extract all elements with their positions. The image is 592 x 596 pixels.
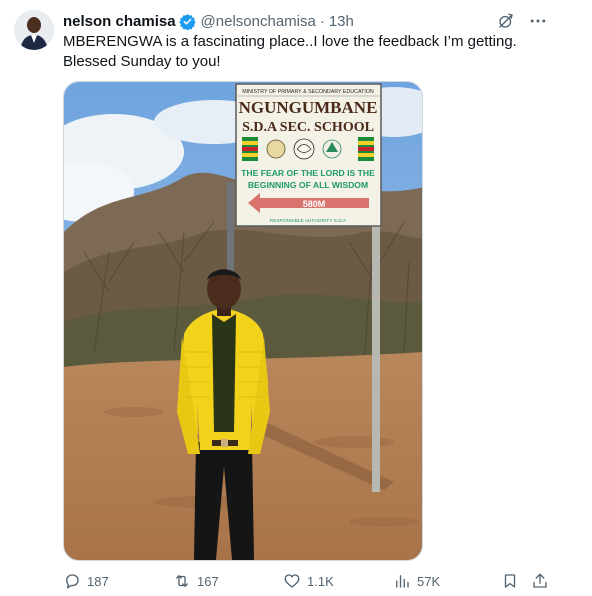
more-icon[interactable] <box>528 11 548 31</box>
share-button[interactable] <box>531 572 555 590</box>
timestamp[interactable]: 13h <box>329 13 354 30</box>
sign-distance: 580M <box>303 199 326 209</box>
like-button[interactable]: 1.1K <box>283 572 334 590</box>
tweet-photo[interactable]: MINISTRY OF PRIMARY & SECONDARY EDUCATIO… <box>63 81 423 561</box>
reply-button[interactable]: 187 <box>63 572 109 590</box>
sign-footer: RESPONSIBLE AUTHORITY S.D.A <box>270 218 347 224</box>
repost-button[interactable]: 167 <box>173 572 219 590</box>
sign-school-line2: S.D.A SEC. SCHOOL <box>242 120 374 135</box>
author-handle[interactable]: @nelsonchamisa <box>201 13 316 30</box>
tweet-text: MBERENGWA is a fascinating place..I love… <box>63 33 517 70</box>
like-count: 1.1K <box>307 573 334 589</box>
views-icon <box>396 575 409 588</box>
views-button[interactable]: 57K <box>393 572 440 590</box>
grok-icon[interactable] <box>497 12 515 30</box>
author-name[interactable]: nelson chamisa <box>63 13 176 30</box>
bookmark-icon <box>504 574 516 588</box>
reply-icon <box>66 574 79 589</box>
sign-motto-line2: BEGINNING OF ALL WISDOM <box>248 180 368 190</box>
reply-count: 187 <box>87 573 109 589</box>
header-actions <box>497 11 548 31</box>
heart-icon <box>284 574 300 588</box>
repost-count: 167 <box>197 573 219 589</box>
action-bar: 187 167 1.1K 57K <box>63 570 551 592</box>
sign-motto-line1: THE FEAR OF THE LORD IS THE <box>241 168 375 178</box>
separator-dot: · <box>319 12 325 30</box>
verified-badge-icon <box>178 13 196 30</box>
tweet: nelson chamisa @nelsonchamisa · 13h MBER… <box>0 0 592 596</box>
views-count: 57K <box>417 573 441 589</box>
sign-school-line1: NGUNGUMBANE <box>239 98 378 117</box>
avatar[interactable] <box>14 10 54 50</box>
sign-top-line: MINISTRY OF PRIMARY & SECONDARY EDUCATIO… <box>242 89 374 95</box>
share-icon <box>533 573 547 588</box>
bookmark-button[interactable] <box>501 572 525 590</box>
tweet-header: nelson chamisa @nelsonchamisa · 13h <box>63 11 354 31</box>
repost-icon <box>176 575 188 587</box>
